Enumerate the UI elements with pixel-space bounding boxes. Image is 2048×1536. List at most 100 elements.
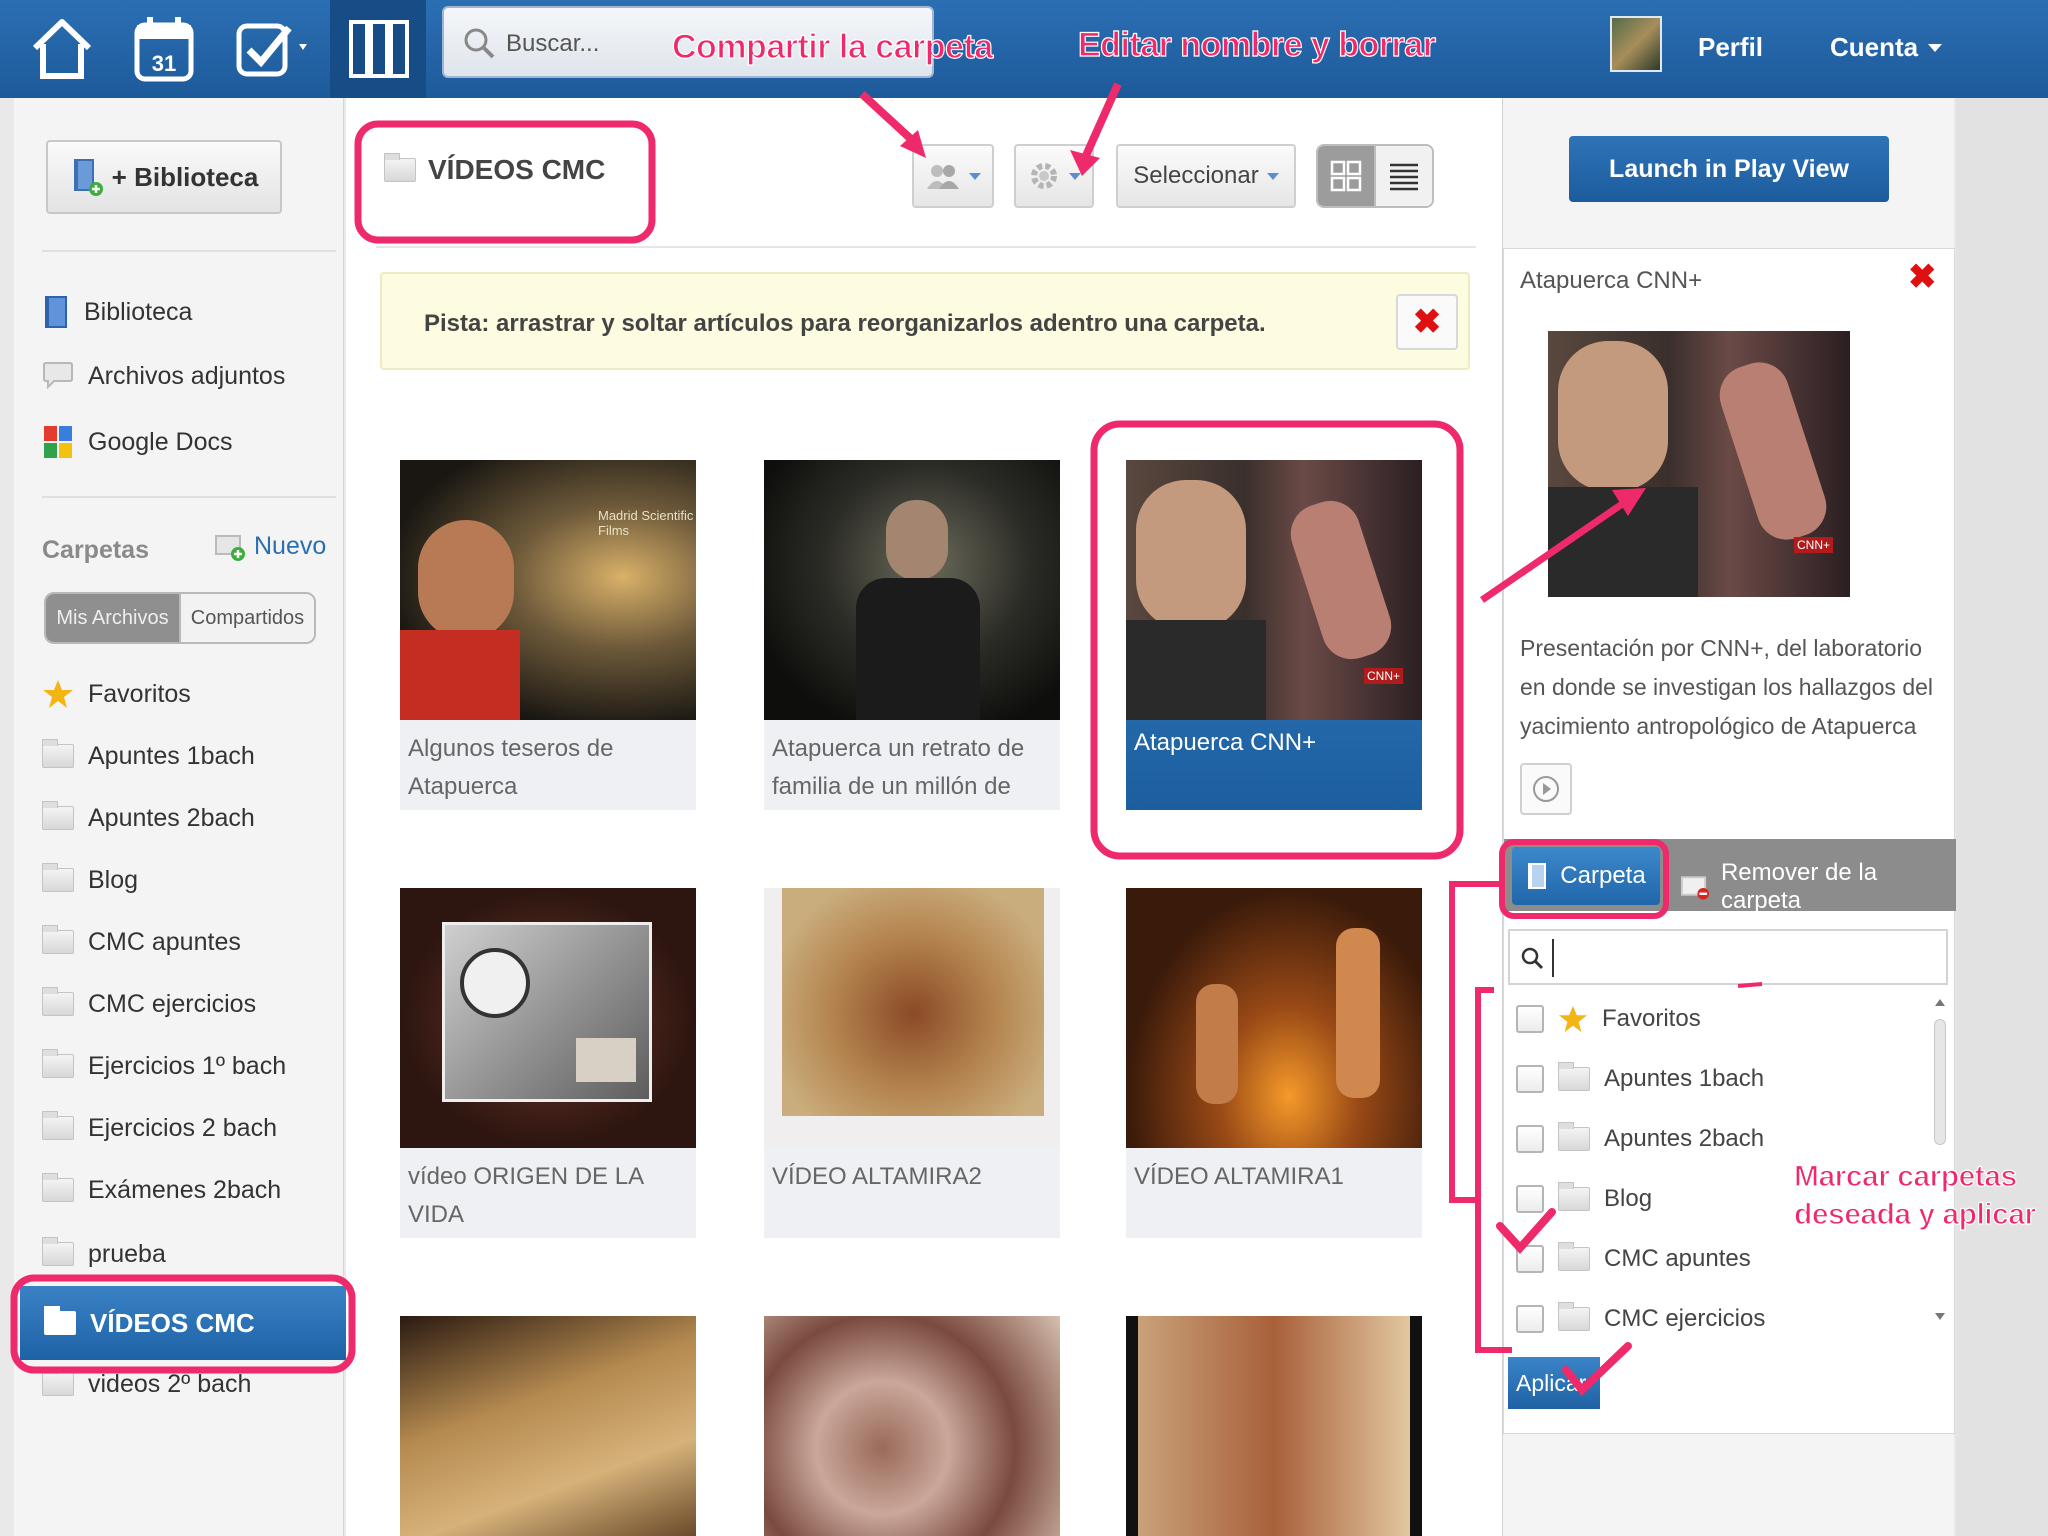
sidebar-folder-apuntes-2bach[interactable]: Apuntes 2bach	[42, 796, 255, 840]
folder-checkbox[interactable]	[1516, 1005, 1544, 1033]
folder-checkbox[interactable]	[1516, 1125, 1544, 1153]
scroll-down-icon[interactable]	[1935, 1313, 1945, 1320]
folder-option-favorites[interactable]: Favoritos	[1516, 997, 1701, 1041]
folder-icon	[384, 153, 416, 182]
video-card[interactable]: vídeo ORIGEN DE LA VIDA	[400, 888, 696, 1238]
folder-option-label: Blog	[1604, 1185, 1653, 1212]
avatar[interactable]	[1610, 16, 1662, 72]
select-label: Seleccionar	[1133, 162, 1259, 189]
close-hint-button[interactable]: ✖	[1396, 294, 1458, 350]
sidebar-folder-videos-cmc[interactable]: VÍDEOS CMC	[20, 1286, 356, 1360]
play-button[interactable]	[1520, 763, 1572, 815]
folder-option-blog[interactable]: Blog	[1516, 1177, 1652, 1221]
folder-label: CMC apuntes	[88, 927, 241, 956]
folder-icon	[1558, 1122, 1590, 1151]
calendar-icon[interactable]: 31	[124, 6, 204, 92]
folder-option-label: Apuntes 1bach	[1604, 1065, 1765, 1092]
list-view-button[interactable]	[1374, 146, 1432, 206]
sidebar-folder-ejercicios-2-bach[interactable]: Ejercicios 2 bach	[42, 1106, 277, 1150]
sidebar-folder-cmc-apuntes[interactable]: CMC apuntes	[42, 920, 241, 964]
folder-icon	[1558, 1242, 1590, 1271]
sidebar-folder-cmc-ejercicios[interactable]: CMC ejercicios	[42, 982, 256, 1026]
account-menu[interactable]: Cuenta	[1830, 32, 1943, 63]
library-icon[interactable]	[330, 0, 426, 98]
sidebar-folder-prueba[interactable]: prueba	[42, 1232, 166, 1276]
play-icon	[1533, 776, 1559, 802]
folder-checkbox[interactable]	[1516, 1065, 1544, 1093]
folder-settings-button[interactable]	[1014, 144, 1094, 208]
sidebar-folder-ejercicios-1-bach[interactable]: Ejercicios 1º bach	[42, 1044, 286, 1088]
folder-option-cmc-ejercicios[interactable]: CMC ejercicios	[1516, 1297, 1765, 1341]
add-library-button[interactable]: + Biblioteca	[46, 140, 282, 214]
sidebar-folder-videos-2-bach[interactable]: videos 2º bach	[42, 1362, 251, 1406]
sidebar-item-library[interactable]: Biblioteca	[42, 290, 192, 334]
video-title: VÍDEO ALTAMIRA2	[772, 1163, 982, 1190]
folder-icon	[42, 863, 74, 892]
folder-search-field[interactable]	[1552, 939, 1932, 977]
account-label: Cuenta	[1830, 32, 1919, 62]
sidebar-item-google-docs[interactable]: Google Docs	[42, 420, 233, 464]
video-card[interactable]: VÍDEO ALTAMIRA1	[1126, 888, 1422, 1238]
home-icon[interactable]	[22, 6, 102, 92]
apply-button[interactable]: Aplicar	[1508, 1357, 1600, 1409]
tab-shared[interactable]: Compartidos	[179, 594, 314, 642]
tab-remove-from-folder[interactable]: Remover de la carpeta	[1680, 859, 1956, 915]
tab-folder[interactable]: Carpeta	[1512, 847, 1660, 905]
tab-folder-label: Carpeta	[1560, 862, 1646, 889]
sidebar-folder-examenes-2bach[interactable]: Exámenes 2bach	[42, 1168, 281, 1212]
scroll-up-icon[interactable]	[1935, 999, 1945, 1006]
folder-checkbox[interactable]	[1516, 1245, 1544, 1273]
sidebar-folder-apuntes-1bach[interactable]: Apuntes 1bach	[42, 734, 255, 778]
launch-play-view-button[interactable]: Launch in Play View	[1569, 136, 1889, 202]
video-card[interactable]	[764, 1316, 1060, 1536]
video-card-selected[interactable]: CNN+ Atapuerca CNN+	[1126, 460, 1422, 810]
select-dropdown[interactable]: Seleccionar	[1116, 144, 1296, 208]
folder-option-apuntes-2bach[interactable]: Apuntes 2bach	[1516, 1117, 1764, 1161]
folder-title-text: VÍDEOS CMC	[428, 154, 606, 185]
close-detail-button[interactable]: ✖	[1908, 257, 1937, 297]
gear-icon	[1031, 163, 1057, 189]
sidebar-item-attachments[interactable]: Archivos adjuntos	[42, 354, 285, 398]
share-folder-button[interactable]	[912, 144, 994, 208]
scroll-thumb[interactable]	[1934, 1019, 1946, 1145]
annotation-edit-delete: Editar nombre y borrar	[1077, 25, 1436, 64]
folder-search-input[interactable]	[1508, 929, 1948, 985]
background-strip	[1956, 98, 2048, 1536]
detail-panel: Atapuerca CNN+ ✖ CNN+ Presentación por C…	[1503, 248, 1956, 1434]
sidebar-folder-blog[interactable]: Blog	[42, 858, 138, 902]
video-title: Atapuerca CNN+	[1134, 729, 1317, 756]
video-card[interactable]: Madrid Scientific Films Algunos teseros …	[400, 460, 696, 810]
video-thumbnail: CNN+	[1126, 460, 1422, 720]
folder-option-label: CMC ejercicios	[1604, 1305, 1766, 1332]
folder-option-cmc-apuntes[interactable]: CMC apuntes	[1516, 1237, 1751, 1281]
video-card[interactable]	[400, 1316, 696, 1536]
video-title: Atapuerca un retrato de familia de un mi…	[772, 735, 1025, 800]
video-card[interactable]	[1126, 1316, 1422, 1536]
new-folder-label: Nuevo	[254, 531, 327, 560]
folder-checkbox[interactable]	[1516, 1185, 1544, 1213]
video-thumbnail	[1126, 888, 1422, 1148]
sidebar-item-label: Google Docs	[88, 427, 233, 456]
chevron-down-icon	[1928, 43, 1943, 52]
folder-icon	[42, 1367, 74, 1396]
tab-my-files[interactable]: Mis Archivos	[46, 594, 179, 642]
video-title: Algunos teseros de Atapuerca	[408, 735, 614, 800]
folder-option-label: Apuntes 2bach	[1604, 1125, 1765, 1152]
video-thumbnail	[1126, 1316, 1422, 1536]
folder-option-apuntes-1bach[interactable]: Apuntes 1bach	[1516, 1057, 1764, 1101]
video-card[interactable]: VÍDEO ALTAMIRA2	[764, 888, 1060, 1238]
folder-label: Exámenes 2bach	[88, 1175, 282, 1204]
hint-text: Pista: arrastrar y soltar artículos para…	[424, 310, 1266, 337]
tasks-icon[interactable]	[226, 6, 322, 92]
folder-checkbox[interactable]	[1516, 1305, 1544, 1333]
detail-description: Presentación por CNN+, del laboratorio e…	[1520, 635, 1934, 739]
divider	[42, 496, 336, 498]
grid-view-button[interactable]	[1318, 146, 1374, 206]
folder-option-label: Favoritos	[1602, 1005, 1701, 1032]
profile-link[interactable]: Perfil	[1698, 32, 1763, 63]
folder-label: Ejercicios 1º bach	[88, 1051, 287, 1080]
video-thumbnail: Madrid Scientific Films	[400, 460, 696, 720]
sidebar-folder-favorites[interactable]: Favoritos	[42, 672, 191, 716]
new-folder-button[interactable]: Nuevo	[214, 530, 326, 562]
video-card[interactable]: Atapuerca un retrato de familia de un mi…	[764, 460, 1060, 810]
